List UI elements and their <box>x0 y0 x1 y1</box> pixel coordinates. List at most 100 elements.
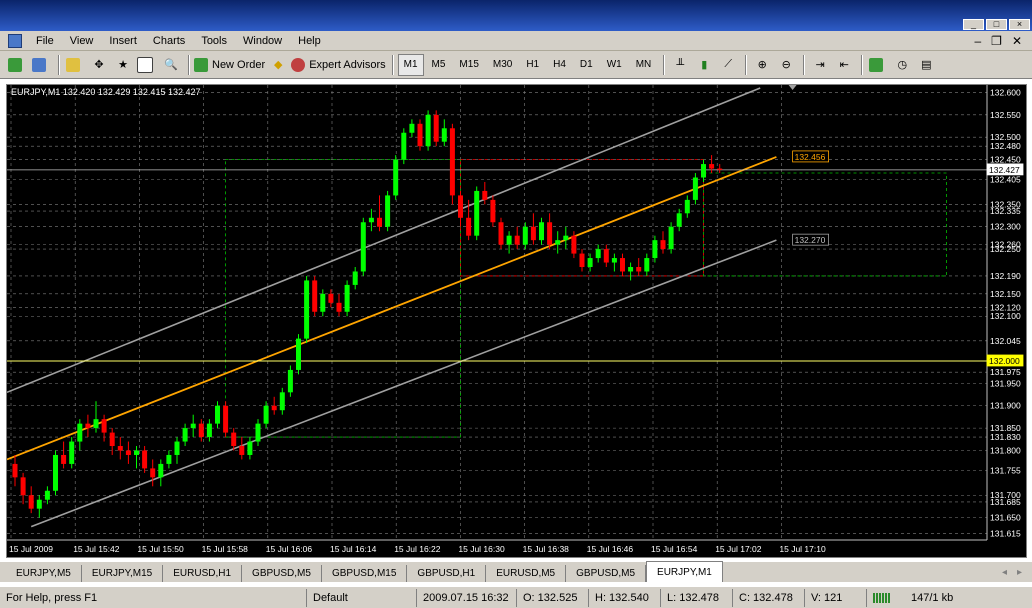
close-icon[interactable]: × <box>1009 19 1030 30</box>
time-tick-label: 15 Jul 15:42 <box>73 544 120 554</box>
indicators-icon[interactable] <box>867 55 889 75</box>
profiles-icon[interactable] <box>30 55 52 75</box>
child-restore-icon[interactable]: ❐ <box>991 34 1002 48</box>
candle-body <box>320 293 326 312</box>
new-chart-icon[interactable] <box>6 55 28 75</box>
price-tick-label: 132.100 <box>990 311 1021 321</box>
zoom-in-icon[interactable]: ⊕ <box>751 55 773 75</box>
time-tick-label: 15 Jul 16:06 <box>266 544 313 554</box>
candle-body <box>271 405 277 411</box>
data-window-icon[interactable]: ✥ <box>88 55 110 75</box>
candle-body <box>198 423 204 438</box>
candle-body <box>36 499 42 509</box>
app-icon[interactable] <box>8 33 22 48</box>
zoom-out-icon[interactable]: ⊖ <box>775 55 797 75</box>
price-tick-label: 132.300 <box>990 222 1021 232</box>
channel-lower-line <box>30 239 777 528</box>
terminal-icon[interactable] <box>136 55 158 75</box>
time-tick-label: 15 Jul 16:22 <box>394 544 441 554</box>
channel-top-flag: 132.456 <box>795 152 826 162</box>
market-watch-icon[interactable] <box>64 55 86 75</box>
price-chart[interactable]: 132.600132.550132.500132.480132.450132.4… <box>7 85 1026 557</box>
tab-eurjpy-m1[interactable]: EURJPY,M1 <box>646 561 723 582</box>
price-tick-label: 131.830 <box>990 432 1021 442</box>
strategy-tester-icon[interactable]: 🔍 <box>160 55 182 75</box>
timeframe-m5[interactable]: M5 <box>426 54 452 76</box>
timeframe-h4[interactable]: H4 <box>547 54 572 76</box>
line-chart-icon[interactable]: ⟋ <box>717 55 739 75</box>
timeframe-m30[interactable]: M30 <box>487 54 518 76</box>
candle-body <box>190 423 196 429</box>
candle-body <box>61 454 67 464</box>
periods-icon[interactable]: ◷ <box>891 55 913 75</box>
status-volume: V: 121 <box>804 588 866 607</box>
expert-advisors-button[interactable]: Expert Advisors <box>291 55 386 75</box>
menu-insert[interactable]: Insert <box>101 35 145 47</box>
candle-body <box>150 468 156 478</box>
candle-body <box>587 258 593 268</box>
child-close-icon[interactable]: ✕ <box>1012 34 1022 48</box>
candle-body <box>206 423 212 438</box>
tab-eurusd-m5[interactable]: EURUSD,M5 <box>486 565 567 582</box>
timeframe-mn[interactable]: MN <box>630 54 658 76</box>
candle-body <box>611 258 617 263</box>
candle-body <box>579 253 585 268</box>
candle-body <box>142 450 148 469</box>
candle-body <box>660 240 666 250</box>
tab-eurjpy-m5[interactable]: EURJPY,M5 <box>6 565 82 582</box>
chart-header: EURJPY,M1 132.420 132.429 132.415 132.42… <box>11 87 200 97</box>
price-tick-label: 132.190 <box>990 271 1021 281</box>
templates-icon[interactable]: ▤ <box>915 55 937 75</box>
tab-scroll-right-icon[interactable]: ▸ <box>1017 567 1022 578</box>
menu-window[interactable]: Window <box>235 35 290 47</box>
status-traffic: 147/1 kb <box>866 588 1006 607</box>
candle-body <box>466 217 472 236</box>
candle-body <box>296 338 301 370</box>
timeframe-m1[interactable]: M1 <box>397 53 424 76</box>
tab-eurusd-h1[interactable]: EURUSD,H1 <box>163 565 243 582</box>
candle-body <box>134 450 139 455</box>
chart-window[interactable]: 132.600 132.550 132.500 132.480 132.450 132.4… <box>6 84 1027 558</box>
toolbar-separator <box>861 54 864 75</box>
timeframe-d1[interactable]: D1 <box>574 54 599 76</box>
timeframe-w1[interactable]: W1 <box>601 54 628 76</box>
price-tick-label: 131.650 <box>990 513 1021 523</box>
candle-body <box>417 123 423 147</box>
menu-help[interactable]: Help <box>290 35 329 47</box>
tab-gbpusd-h1[interactable]: GBPUSD,H1 <box>407 565 487 582</box>
menu-bar: File View Insert Charts Tools Window Hel… <box>0 31 1032 51</box>
new-order-button[interactable]: New Order <box>194 55 265 75</box>
price-tick-label: 131.615 <box>990 528 1021 538</box>
price-tick-label: 132.150 <box>990 289 1021 299</box>
menu-charts[interactable]: Charts <box>145 35 193 47</box>
maximize-icon[interactable]: □ <box>986 19 1007 30</box>
navigator-icon[interactable]: ★ <box>112 55 134 75</box>
chart-shift-icon[interactable]: ⇤ <box>833 55 855 75</box>
timeframe-h1[interactable]: H1 <box>520 54 545 76</box>
tab-gbpusd-m15[interactable]: GBPUSD,M15 <box>322 565 408 582</box>
candle-body <box>563 235 569 241</box>
bar-chart-icon[interactable]: ╨ <box>669 55 691 75</box>
candle-body <box>20 477 26 496</box>
candle-body <box>385 195 391 227</box>
candle-body <box>304 280 310 339</box>
metaeditor-icon[interactable]: ◆ <box>267 55 289 75</box>
minimize-icon[interactable]: _ <box>963 19 984 30</box>
time-tick-label: 15 Jul 15:50 <box>137 544 184 554</box>
tab-scroll-left-icon[interactable]: ◂ <box>1002 567 1007 578</box>
tab-gbpusd-m5-2[interactable]: GBPUSD,M5 <box>566 565 647 582</box>
candle-body <box>482 190 488 200</box>
auto-scroll-icon[interactable]: ⇥ <box>809 55 831 75</box>
time-tick-label: 15 Jul 16:30 <box>458 544 505 554</box>
child-minimize-icon[interactable]: – <box>974 34 981 48</box>
menu-view[interactable]: View <box>62 35 102 47</box>
title-bar: _ □ × <box>0 0 1032 31</box>
menu-file[interactable]: File <box>28 35 62 47</box>
timeframe-m15[interactable]: M15 <box>453 54 484 76</box>
candlestick-icon[interactable]: ▮ <box>693 55 715 75</box>
menu-tools[interactable]: Tools <box>193 35 235 47</box>
price-tick-label: 132.480 <box>990 141 1021 151</box>
tab-gbpusd-m5[interactable]: GBPUSD,M5 <box>242 565 322 582</box>
tab-eurjpy-m15[interactable]: EURJPY,M15 <box>82 565 164 582</box>
candle-body <box>547 222 553 245</box>
